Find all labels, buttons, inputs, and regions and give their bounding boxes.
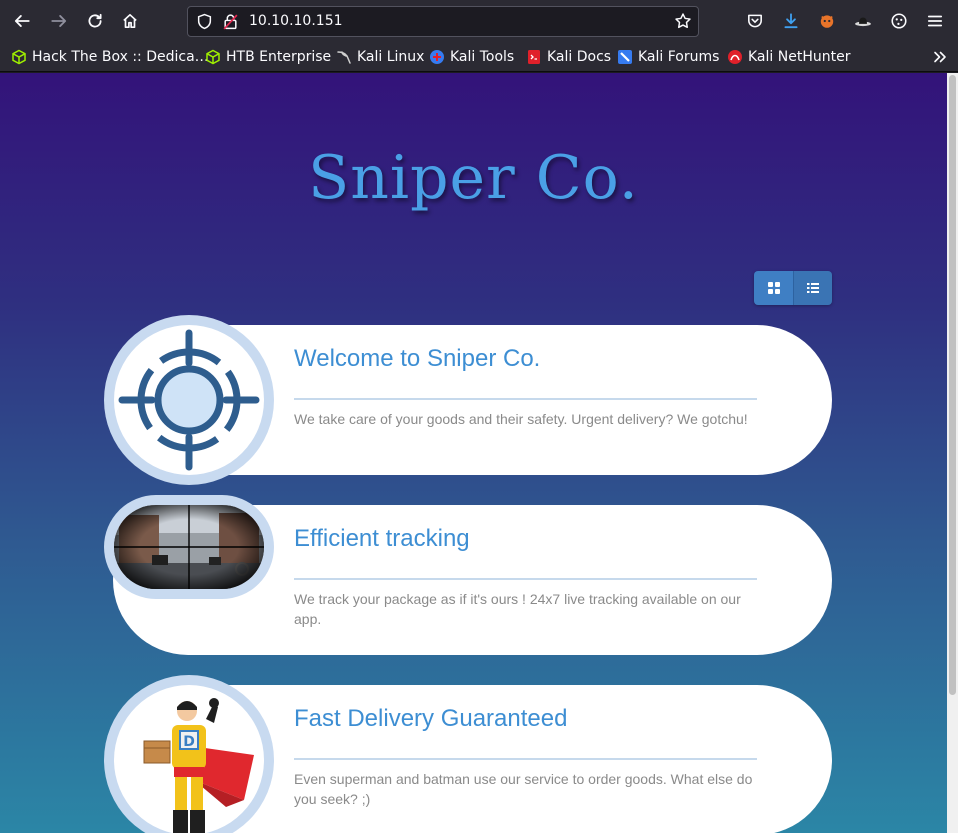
page-scrollbar[interactable] [947, 73, 958, 833]
kali-forums-icon [618, 50, 632, 64]
url-text[interactable]: 10.10.10.151 [249, 13, 343, 29]
htb-cube-icon [12, 49, 26, 65]
scrollbar-thumb[interactable] [949, 75, 956, 695]
extension-hat-icon[interactable] [849, 7, 877, 35]
back-icon[interactable] [8, 7, 36, 35]
bookmark-label: Kali Forums [638, 49, 720, 65]
card-divider [294, 578, 757, 580]
bookmark-kali-linux[interactable]: Kali Linux [336, 48, 424, 66]
card-heading: Fast Delivery Guaranteed [294, 705, 568, 732]
superhero-courier-image: D [143, 698, 254, 833]
card-body: We track your package as if it's ours ! … [294, 591, 741, 627]
grid-icon [767, 282, 780, 294]
scope-street-image [114, 505, 264, 589]
bookmark-label: HTB Enterprise [226, 49, 332, 65]
bookmark-kali-forums[interactable]: Kali Forums [617, 48, 719, 66]
bookmark-kali-docs[interactable]: Kali Docs [526, 48, 611, 66]
grid-view-button[interactable] [754, 271, 793, 305]
crosshair-icon [118, 329, 260, 471]
card-divider [294, 398, 757, 400]
card-heading: Welcome to Sniper Co. [294, 345, 541, 372]
card-divider [294, 758, 757, 760]
insecure-lock-icon[interactable] [222, 13, 239, 30]
extension-cookie-icon[interactable] [885, 7, 913, 35]
web-page: Sniper Co. Welcome to Sniper Co. We take… [0, 73, 947, 833]
site-title: Sniper Co. [308, 143, 639, 213]
bookmark-label: Kali Docs [547, 49, 612, 65]
extension-fox-icon[interactable] [813, 7, 841, 35]
forward-icon[interactable] [45, 7, 73, 35]
view-toggle [754, 271, 832, 305]
bookmarks-toolbar: Hack The Box :: Dedica… HTB Enterprise K… [0, 42, 958, 72]
nethunter-icon [728, 50, 742, 64]
pocket-icon[interactable] [741, 7, 769, 35]
bookmark-kali-tools[interactable]: Kali Tools [429, 48, 514, 66]
downloads-icon[interactable] [777, 7, 805, 35]
bookmarks-overflow-chevron-icon[interactable] [932, 49, 948, 69]
card-body: We take care of your goods and their saf… [294, 411, 748, 427]
bookmark-star-icon[interactable] [674, 12, 692, 30]
card-avatar-superhero: D [104, 675, 274, 833]
reload-icon[interactable] [81, 7, 109, 35]
kali-dragon-icon [337, 51, 351, 64]
card-avatar-crosshair [104, 315, 274, 485]
card-heading: Efficient tracking [294, 525, 470, 552]
kali-docs-icon [528, 50, 540, 64]
bookmark-label: Kali Linux [357, 49, 425, 65]
htb-cube-icon [206, 49, 220, 65]
bookmark-label: Hack The Box :: Dedica… [32, 49, 209, 65]
bookmark-htb-enterprise[interactable]: HTB Enterprise [205, 48, 331, 66]
kali-tools-icon [430, 50, 444, 64]
bookmark-kali-nethunter[interactable]: Kali NetHunter [727, 48, 850, 66]
bookmark-label: Kali Tools [450, 49, 515, 65]
address-bar[interactable]: 10.10.10.151 [187, 6, 699, 37]
app-menu-icon[interactable] [921, 7, 949, 35]
svg-text:D: D [183, 734, 195, 750]
bookmark-htb-dedicated[interactable]: Hack The Box :: Dedica… [11, 48, 209, 66]
home-icon[interactable] [116, 7, 144, 35]
card-avatar-scope-view [104, 495, 274, 599]
card-body: Even superman and batman use our service… [294, 771, 753, 807]
list-view-button[interactable] [793, 271, 832, 305]
bookmark-label: Kali NetHunter [748, 49, 851, 65]
browser-toolbar: 10.10.10.151 [0, 0, 958, 42]
tracking-protection-shield-icon[interactable] [196, 13, 213, 30]
list-icon [807, 283, 819, 293]
